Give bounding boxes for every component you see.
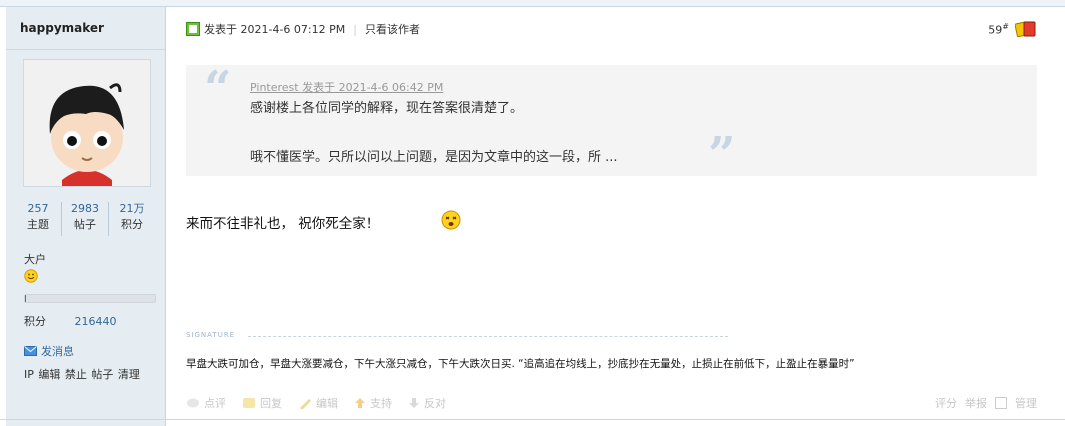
stat-posts-value[interactable]: 2983 <box>62 202 108 216</box>
arrow-down-icon <box>409 398 419 408</box>
author-rank: 大户 <box>24 253 46 266</box>
author-sidebar: happymaker 257 主题 2983 帖子 21万 积分 大户 积分 2… <box>6 7 166 426</box>
stat-topics[interactable]: 257 主题 <box>15 202 62 236</box>
credit-progress-bar <box>24 294 156 303</box>
signature-label: SIGNATURE <box>186 331 236 339</box>
close-quote-icon: ” <box>708 127 736 183</box>
oppose-button[interactable]: 反对 <box>408 395 446 411</box>
card-icon[interactable] <box>1015 21 1037 37</box>
floor-suffix: # <box>1002 21 1009 31</box>
top-divider <box>0 0 1065 7</box>
only-author-link[interactable]: 只看该作者 <box>365 21 420 37</box>
stat-posts-label: 帖子 <box>74 218 96 231</box>
stat-topics-label: 主题 <box>27 218 49 231</box>
edit-label[interactable]: 编辑 <box>316 395 338 411</box>
floor-number[interactable]: 59# <box>988 21 1037 37</box>
envelope-icon <box>24 346 37 356</box>
comment-button[interactable]: 点评 <box>186 395 226 411</box>
quote-meta[interactable]: Pinterest 发表于 2021-4-6 06:42 PM <box>250 79 443 95</box>
manage-label[interactable]: 管理 <box>1015 395 1037 411</box>
floor-value: 59 <box>988 23 1003 37</box>
author-name[interactable]: happymaker <box>20 21 104 35</box>
avatar-image <box>24 60 150 186</box>
forum-post: happymaker 257 主题 2983 帖子 21万 积分 大户 积分 2… <box>0 0 1065 426</box>
floor-label: 59# <box>988 22 1009 37</box>
avatar[interactable] <box>23 59 151 187</box>
oppose-label[interactable]: 反对 <box>424 395 446 411</box>
report-link[interactable]: 举报 <box>965 395 987 411</box>
bottom-divider <box>0 419 1065 420</box>
reply-label[interactable]: 回复 <box>260 395 282 411</box>
header-separator: | <box>353 22 357 36</box>
send-message-link[interactable]: 发消息 <box>24 343 74 359</box>
credit-progress-fill <box>25 295 27 302</box>
signature-text: 早盘大跌可加仓，早盘大涨要减仓，下午大涨只减仓，下午大跌次日买. “追高追在均线… <box>186 358 855 370</box>
signature-divider <box>248 336 728 337</box>
score-label: 积分 <box>24 315 46 328</box>
stat-credits-value[interactable]: 21万 <box>109 202 155 216</box>
support-label[interactable]: 支持 <box>370 395 392 411</box>
post-right-actions: 评分 举报 管理 <box>935 395 1037 411</box>
post-time: 发表于 2021-4-6 07:12 PM <box>204 23 346 36</box>
quote-block: “ Pinterest 发表于 2021-4-6 06:42 PM 感谢楼上各位… <box>186 61 1037 183</box>
pencil-icon <box>300 399 311 409</box>
stat-credits-label: 积分 <box>121 218 143 231</box>
stat-topics-value[interactable]: 257 <box>15 202 61 216</box>
reply-button[interactable]: 回复 <box>242 395 282 411</box>
support-button[interactable]: 支持 <box>354 395 392 411</box>
admin-ops[interactable]: IP 编辑 禁止 帖子 清理 <box>24 366 140 382</box>
score-row: 积分 216440 <box>24 313 117 329</box>
quote-line-2: 哦不懂医学。只所以问以上问题，是因为文章中的这一段，所 ... <box>250 150 618 165</box>
reply-icon <box>243 398 255 408</box>
quote-line-1: 感谢楼上各位同学的解释，现在答案很清楚了。 <box>250 101 524 116</box>
sidebar-divider <box>6 49 165 50</box>
smiley-icon <box>24 269 38 286</box>
stat-posts[interactable]: 2983 帖子 <box>62 202 109 236</box>
open-quote-icon: “ <box>204 61 232 117</box>
rate-link[interactable]: 评分 <box>935 395 957 411</box>
send-message-label[interactable]: 发消息 <box>41 343 74 359</box>
manage-checkbox[interactable] <box>995 397 1007 409</box>
arrow-up-icon <box>355 398 365 408</box>
post-main: 发表于 2021-4-6 07:12 PM | 只看该作者 59# “ Pint… <box>166 7 1065 426</box>
author-stats: 257 主题 2983 帖子 21万 积分 <box>15 202 155 236</box>
post-actions: 点评 回复 编辑 支持 反对 <box>186 395 446 411</box>
dizzy-emoji-icon <box>440 209 462 234</box>
comment-label[interactable]: 点评 <box>204 395 226 411</box>
edit-button[interactable]: 编辑 <box>298 395 338 411</box>
stat-credits[interactable]: 21万 积分 <box>109 202 155 236</box>
post-header: 发表于 2021-4-6 07:12 PM | 只看该作者 <box>186 21 420 37</box>
comment-icon <box>187 398 199 408</box>
post-content: 来而不往非礼也， 祝你死全家！ <box>186 216 380 232</box>
score-value: 216440 <box>74 315 117 328</box>
online-status-icon <box>186 22 200 36</box>
